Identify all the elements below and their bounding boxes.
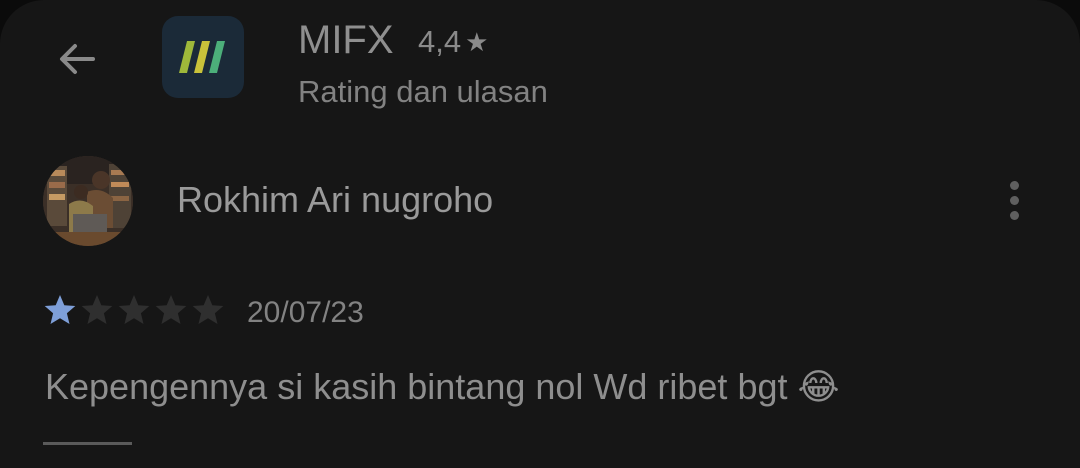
star-empty-icon [155,295,187,324]
mifx-logo-icon [179,41,225,73]
more-vert-icon-dot [1009,210,1019,220]
star-filled-icon [44,295,76,324]
review-text: Kepengennya si kasih bintang nol Wd ribe… [45,366,840,407]
app-rating: 4,4 ★ [418,22,488,62]
star-empty-icon [118,295,150,324]
divider [43,442,132,445]
more-options-button[interactable] [996,176,1032,224]
app-icon[interactable] [162,16,244,98]
reviewer-name: Rokhim Ari nugroho [177,179,494,220]
more-vert-icon [1009,180,1019,190]
review-date: 20/07/23 [247,296,364,329]
review-star-rating [43,293,225,327]
star-empty-icon [81,295,113,324]
star-empty-icon [192,295,224,324]
app-rating-value: 4,4 [418,24,462,59]
avatar[interactable] [43,156,133,246]
more-vert-icon-dot [1009,195,1019,205]
app-name: MIFX [298,18,394,62]
page-subtitle: Rating dan ulasan [298,74,548,109]
star-icon: ★ [465,27,489,57]
avatar-photo [43,156,133,246]
reviews-screen: MIFX 4,4 ★ Rating dan ulasan Rokhim Ari … [0,0,1080,468]
back-button[interactable] [48,30,106,88]
arrow-left-icon [60,44,95,74]
